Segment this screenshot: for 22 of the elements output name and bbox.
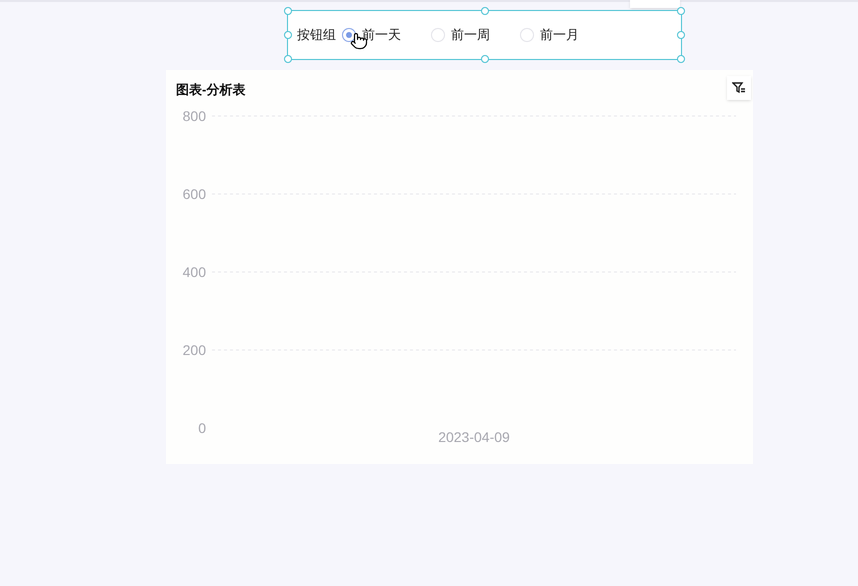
resize-handle[interactable] <box>284 7 292 15</box>
resize-handle[interactable] <box>284 31 292 39</box>
x-tick-label: 2023-04-09 <box>438 429 510 445</box>
filter-button[interactable] <box>727 76 751 100</box>
button-group-widget[interactable]: 按钮组 前一天 前一周 前一月 <box>287 10 682 60</box>
resize-handle[interactable] <box>677 7 685 15</box>
resize-handle[interactable] <box>677 31 685 39</box>
resize-handle[interactable] <box>481 55 489 63</box>
y-tick-label: 200 <box>182 342 206 358</box>
filter-icon <box>732 82 746 94</box>
chart-title: 图表-分析表 <box>176 81 246 100</box>
y-tick-label: 800 <box>182 110 206 124</box>
resize-handle[interactable] <box>284 55 292 63</box>
y-tick-label: 600 <box>182 186 206 202</box>
y-tick-label: 400 <box>182 264 206 280</box>
resize-handle[interactable] <box>677 55 685 63</box>
group-label: 按钮组 <box>297 26 336 44</box>
radio-label[interactable]: 前一月 <box>540 25 579 45</box>
radio-label[interactable]: 前一天 <box>362 25 401 45</box>
radio-label[interactable]: 前一周 <box>451 25 490 45</box>
y-tick-label: 0 <box>198 420 206 436</box>
resize-handle[interactable] <box>481 7 489 15</box>
